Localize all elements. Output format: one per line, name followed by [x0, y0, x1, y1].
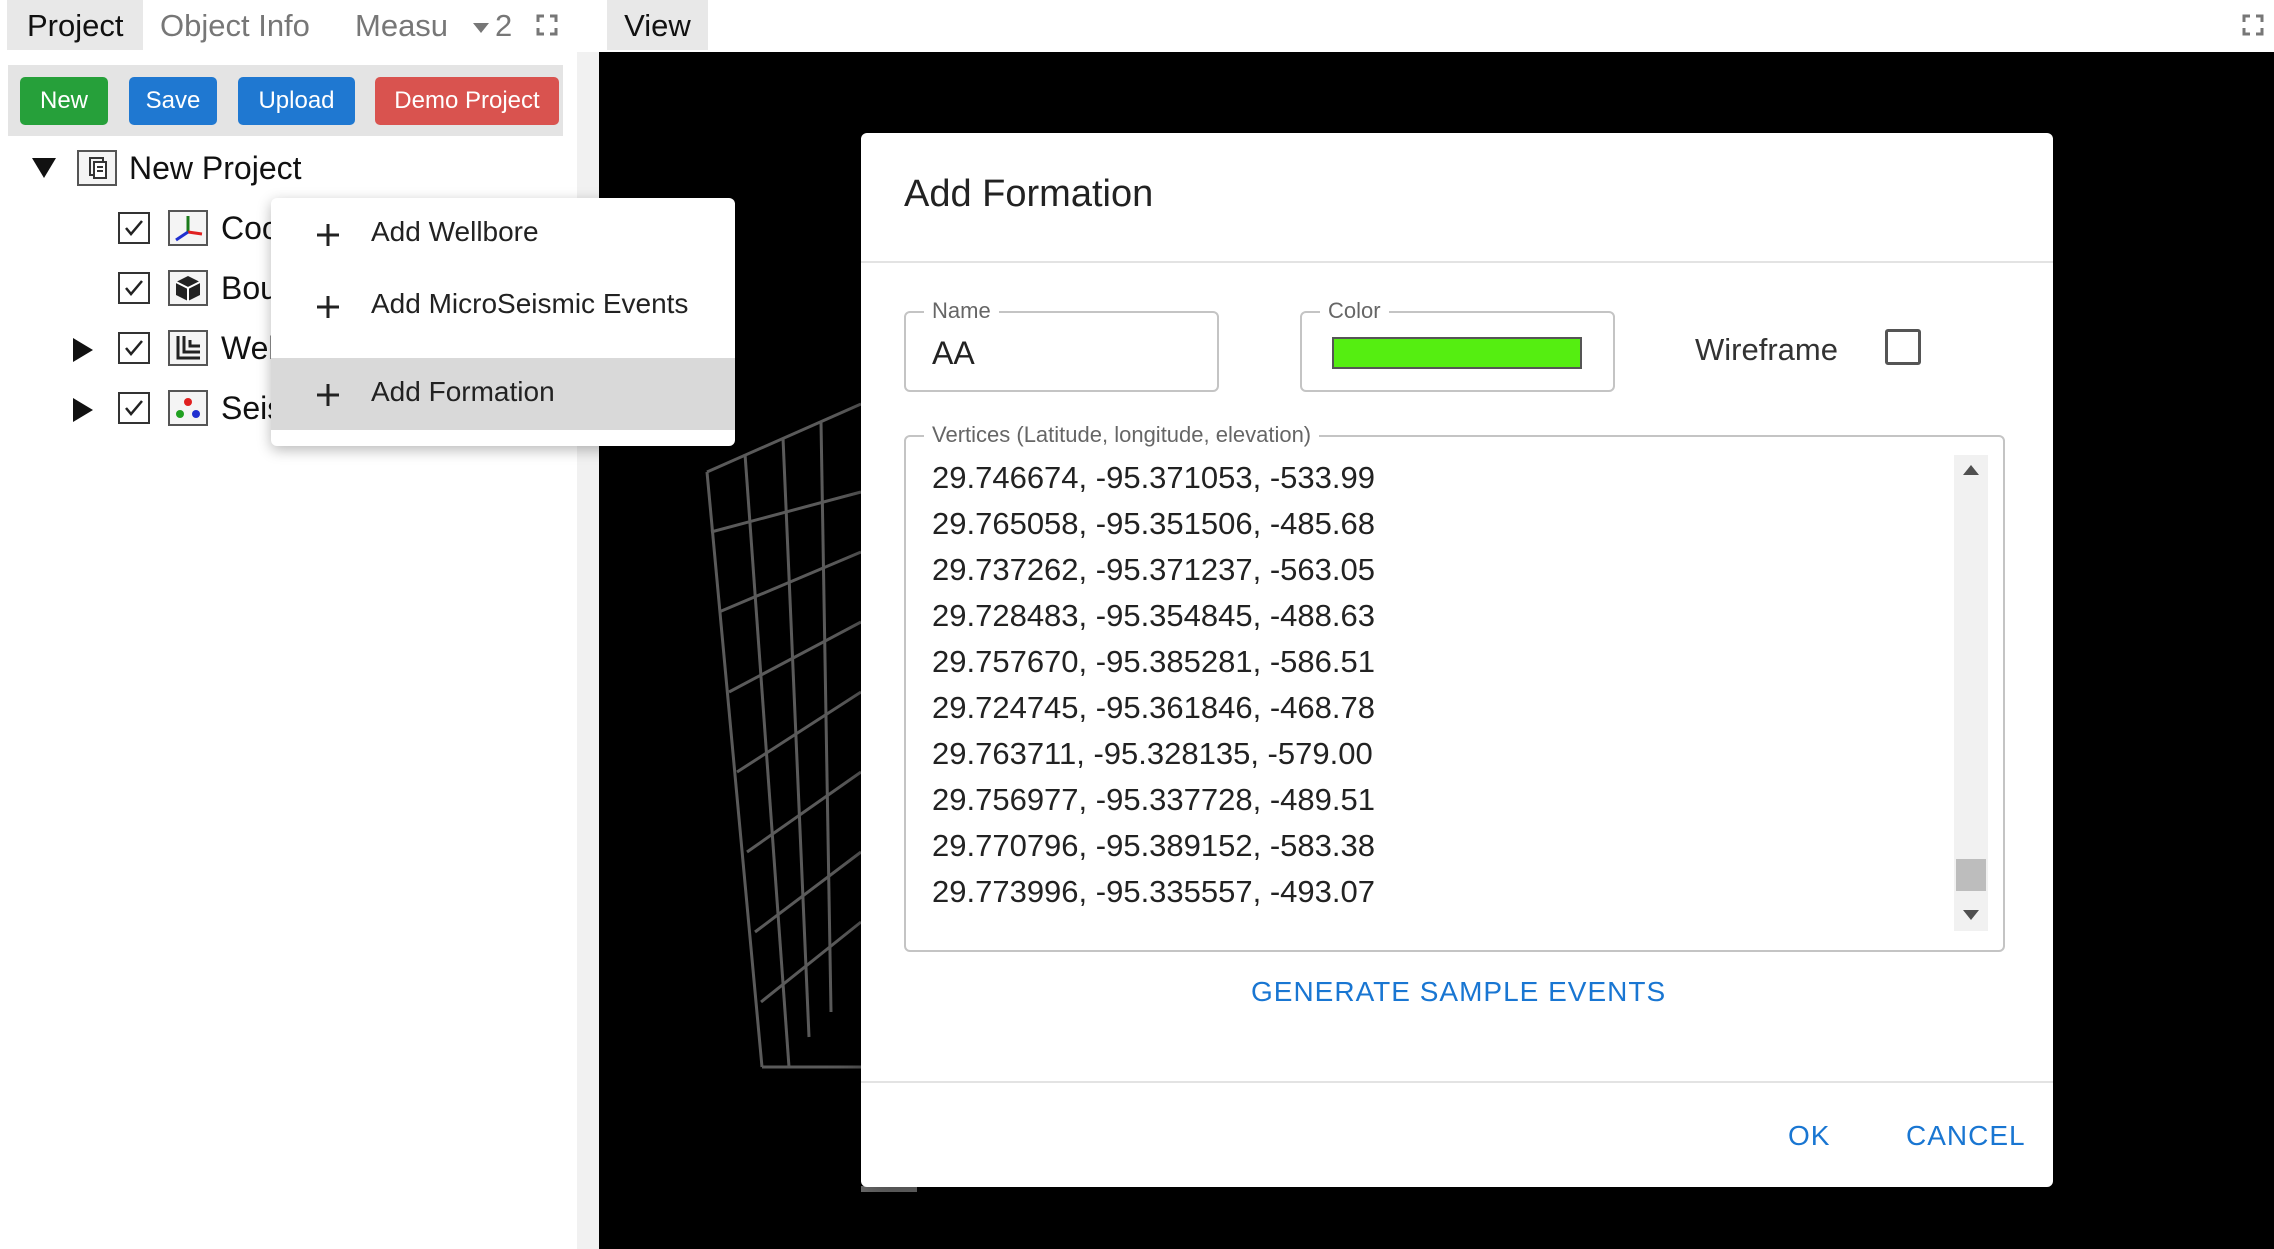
- vertex-line: 29.724745, -95.361846, -468.78: [932, 690, 1375, 725]
- add-context-menu: Add Wellbore Add MicroSeismic Events Add…: [271, 198, 735, 446]
- save-button[interactable]: Save: [129, 77, 217, 125]
- visibility-checkbox[interactable]: [118, 392, 150, 424]
- tree-root-label: New Project: [129, 150, 302, 186]
- seismic-dots-icon: [168, 390, 208, 426]
- vertices-textarea[interactable]: 29.746674, -95.371053, -533.99 29.765058…: [932, 455, 1375, 915]
- vertex-line: 29.773996, -95.335557, -493.07: [932, 874, 1375, 909]
- scroll-down-arrow-icon[interactable]: [1963, 910, 1979, 920]
- name-input[interactable]: AA: [932, 335, 975, 372]
- scroll-up-arrow-icon[interactable]: [1963, 465, 1979, 475]
- collapse-toggle-icon[interactable]: [32, 158, 56, 178]
- dialog-title: Add Formation: [904, 173, 1154, 215]
- tab-measure[interactable]: Measu: [355, 0, 448, 50]
- scrollbar-thumb[interactable]: [1956, 859, 1986, 891]
- project-file-icon: [77, 150, 117, 186]
- vertices-field[interactable]: Vertices (Latitude, longitude, elevation…: [904, 422, 2005, 952]
- vertex-line: 29.757670, -95.385281, -586.51: [932, 644, 1375, 679]
- wireframe-checkbox[interactable]: [1885, 329, 1921, 365]
- wireframe-label: Wireframe: [1695, 332, 1838, 367]
- expand-toggle-icon[interactable]: [73, 338, 93, 362]
- name-field-label: Name: [924, 298, 999, 324]
- vertex-line: 29.756977, -95.337728, -489.51: [932, 782, 1375, 817]
- new-button[interactable]: New: [20, 77, 108, 125]
- cube-icon: [168, 270, 208, 306]
- menu-item-label: Add Formation: [371, 376, 555, 407]
- plus-icon: [317, 224, 339, 246]
- menu-item-label: Add Wellbore: [371, 216, 539, 247]
- visibility-checkbox[interactable]: [118, 212, 150, 244]
- vertices-field-label: Vertices (Latitude, longitude, elevation…: [924, 422, 1320, 448]
- tree-item-label: Wel: [221, 330, 276, 366]
- vertex-line: 29.763711, -95.328135, -579.00: [932, 736, 1373, 771]
- vertices-scrollbar[interactable]: [1954, 455, 1988, 931]
- color-swatch[interactable]: [1332, 337, 1582, 369]
- menu-item-add-microseismic-events[interactable]: Add MicroSeismic Events: [271, 270, 735, 342]
- upload-button[interactable]: Upload: [238, 77, 355, 125]
- cancel-button[interactable]: CANCEL: [1906, 1120, 2026, 1152]
- maximize-icon[interactable]: [536, 14, 558, 36]
- tab-object-info[interactable]: Object Info: [160, 0, 310, 50]
- vertex-line: 29.737262, -95.371237, -563.05: [932, 552, 1375, 587]
- name-field[interactable]: Name AA: [904, 298, 1219, 392]
- tab-project[interactable]: Project: [7, 0, 144, 50]
- tab-overflow-dropdown[interactable]: 2: [473, 10, 512, 42]
- color-field[interactable]: Color: [1300, 298, 1615, 392]
- ok-button[interactable]: OK: [1788, 1120, 1830, 1152]
- tab-view[interactable]: View: [607, 0, 708, 50]
- project-toolbar: New Save Upload Demo Project: [8, 65, 563, 136]
- left-tab-bar: Project Object Info Measu 2: [0, 0, 577, 52]
- vertex-line: 29.746674, -95.371053, -533.99: [932, 460, 1375, 495]
- plus-icon: [317, 384, 339, 406]
- maximize-icon[interactable]: [2242, 14, 2264, 36]
- menu-item-add-wellbore[interactable]: Add Wellbore: [271, 198, 735, 270]
- axes-icon: [168, 210, 208, 246]
- menu-item-label: Add MicroSeismic Events: [371, 288, 689, 319]
- actions-divider: [861, 1081, 2053, 1083]
- visibility-checkbox[interactable]: [118, 332, 150, 364]
- vertex-line: 29.770796, -95.389152, -583.38: [932, 828, 1375, 863]
- demo-project-button[interactable]: Demo Project: [375, 77, 559, 125]
- add-formation-dialog: Add Formation Name AA Color Wireframe Ve…: [861, 133, 2053, 1187]
- wellbore-icon: [168, 330, 208, 366]
- color-field-label: Color: [1320, 298, 1389, 324]
- plus-icon: [317, 296, 339, 318]
- menu-item-add-formation[interactable]: Add Formation: [271, 358, 735, 430]
- project-panel: Project Object Info Measu 2 New Save Upl…: [0, 0, 577, 1249]
- vertex-line: 29.728483, -95.354845, -488.63: [932, 598, 1375, 633]
- generate-sample-events-button[interactable]: GENERATE SAMPLE EVENTS: [1251, 976, 1666, 1008]
- chevron-down-icon: [473, 22, 489, 33]
- tab-overflow-count: 2: [495, 8, 513, 43]
- tree-root[interactable]: New Project: [0, 148, 577, 192]
- title-divider: [861, 261, 2053, 263]
- tree-item-label: Bou: [221, 270, 278, 306]
- vertex-line: 29.765058, -95.351506, -485.68: [932, 506, 1375, 541]
- visibility-checkbox[interactable]: [118, 272, 150, 304]
- expand-toggle-icon[interactable]: [73, 398, 93, 422]
